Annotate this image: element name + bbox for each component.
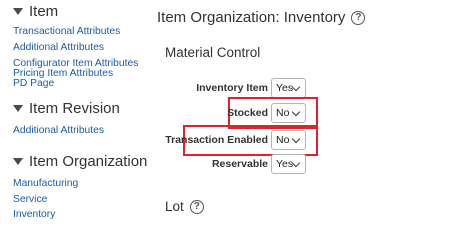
section-title-lot-row: Lot ? <box>165 199 204 214</box>
chevron-down-icon <box>291 134 301 143</box>
collapse-triangle-icon[interactable] <box>13 158 23 165</box>
transaction-enabled-select[interactable]: No <box>271 130 306 150</box>
nav-section-item-revision[interactable]: Item Revision <box>13 97 120 119</box>
question-circle-icon[interactable]: ? <box>189 199 204 214</box>
field-label-reservable: Reservable <box>211 158 268 170</box>
nav-link-transactional-attributes[interactable]: Transactional Attributes <box>13 26 120 38</box>
stocked-select[interactable]: No <box>271 103 306 123</box>
select-value: No <box>276 107 290 119</box>
nav-link-additional-attributes[interactable]: Additional Attributes <box>13 42 104 54</box>
nav-section-item[interactable]: Item <box>13 0 58 22</box>
nav-section-title: Item Organization <box>29 152 148 170</box>
nav-section-item-organization[interactable]: Item Organization <box>13 150 147 172</box>
select-value: Yes <box>276 82 294 94</box>
field-label-inventory-item: Inventory Item <box>196 82 268 94</box>
nav-section-title: Item <box>29 2 59 20</box>
collapse-triangle-icon[interactable] <box>13 105 23 112</box>
nav-link-inventory[interactable]: Inventory <box>13 209 55 221</box>
field-label-stocked: Stocked <box>227 107 268 119</box>
inventory-item-select[interactable]: Yes <box>271 78 306 98</box>
nav-link-pd-page[interactable]: PD Page <box>13 78 54 90</box>
field-label-transaction-enabled: Transaction Enabled <box>165 134 268 146</box>
page-title-row: Item Organization: Inventory ? <box>157 9 366 26</box>
reservable-select[interactable]: Yes <box>271 154 306 174</box>
nav-link-revision-additional-attributes[interactable]: Additional Attributes <box>13 125 104 137</box>
nav-section-title: Item Revision <box>29 99 120 117</box>
page-title: Item Organization: Inventory <box>157 9 346 26</box>
chevron-down-icon <box>291 107 301 116</box>
select-value: Yes <box>276 158 294 170</box>
nav-link-manufacturing[interactable]: Manufacturing <box>13 178 78 190</box>
question-circle-icon[interactable]: ? <box>351 10 366 25</box>
section-title-lot: Lot <box>165 199 184 214</box>
collapse-triangle-icon[interactable] <box>13 8 23 15</box>
item-page: Item Transactional Attributes Additional… <box>0 0 474 221</box>
section-title-material-control: Material Control <box>165 45 261 60</box>
nav-link-service[interactable]: Service <box>13 194 47 206</box>
select-value: No <box>276 134 290 146</box>
